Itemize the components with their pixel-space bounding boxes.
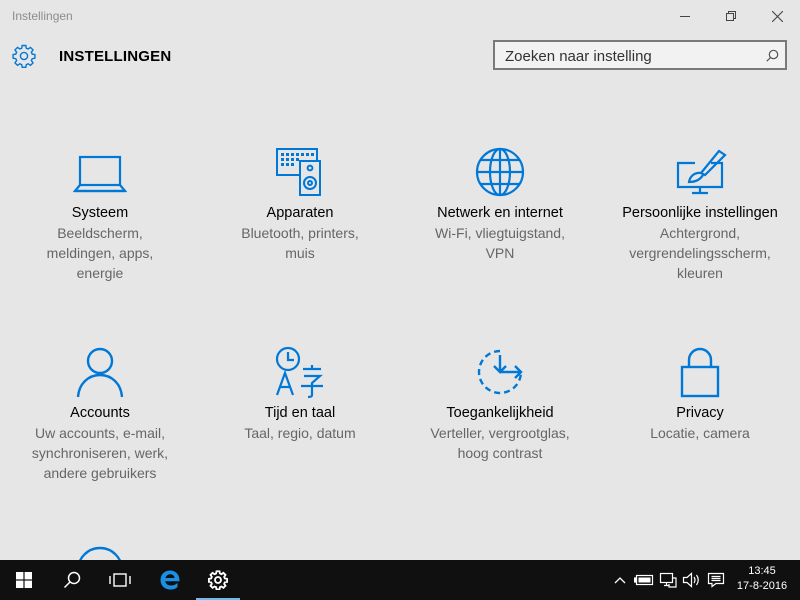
category-name: Netwerk en internet [437,205,563,221]
category-name: Privacy [676,405,724,421]
category-name: Apparaten [266,205,334,221]
volume-button[interactable] [680,560,704,600]
search-input[interactable] [505,47,755,65]
settings-gear-icon [12,44,36,68]
minimize-button[interactable] [662,0,708,32]
window-title: Instellingen [12,9,73,23]
settings-gear-icon [208,570,228,590]
time-language-icon [275,346,323,399]
taskbar: 13:45 17-8-2016 [0,560,800,600]
edge-icon [160,570,180,590]
ease-of-access-icon [477,349,523,395]
task-view-button[interactable] [96,560,144,600]
category-system[interactable]: Systeem Beeldscherm, meldingen, apps, en… [5,145,195,283]
category-time-language[interactable]: Tijd en taal Taal, regio, datum [205,345,395,443]
clock-time: 13:45 [748,565,776,577]
clock[interactable]: 13:45 17-8-2016 [732,564,792,594]
category-name: Systeem [71,205,129,221]
category-name: Accounts [70,405,130,421]
category-personalization[interactable]: Persoonlijke instellingen Achtergrond, v… [605,145,795,283]
category-network[interactable]: Netwerk en internet Wi-Fi, vliegtuigstan… [405,145,595,263]
category-description: Beeldscherm, meldingen, apps, energie [46,225,154,281]
title-bar: Instellingen [0,0,800,32]
category-name: Tijd en taal [264,405,336,421]
minimize-icon [680,16,690,17]
volume-icon [682,572,699,588]
close-button[interactable] [754,0,800,32]
category-description: Uw accounts, e-mail, synchroniseren, wer… [31,425,169,481]
clock-date: 17-8-2016 [736,580,788,592]
taskbar-search-button[interactable] [48,560,96,600]
category-description: Locatie, camera [650,425,750,441]
chevron-up-icon [614,577,626,584]
lock-icon [680,347,720,398]
category-description: Wi-Fi, vliegtuigstand, VPN [435,225,565,261]
network-icon [659,572,677,588]
person-icon [76,347,124,398]
action-center-icon [707,572,725,588]
category-accounts[interactable]: Accounts Uw accounts, e-mail, synchronis… [5,345,195,483]
category-name: Persoonlijke instellingen [622,205,778,221]
devices-icon [276,148,321,196]
globe-icon [475,147,525,197]
battery-icon [634,574,654,586]
settings-header: INSTELLINGEN [0,32,800,82]
settings-taskbar-button[interactable] [196,560,240,600]
task-view-icon [109,573,131,587]
category-description: Achtergrond, vergrendelingsscherm, kleur… [629,225,771,281]
restore-icon [726,11,736,21]
action-center-button[interactable] [704,560,728,600]
category-description: Verteller, vergrootglas, hoog contrast [430,425,570,461]
laptop-icon [73,155,127,193]
category-privacy[interactable]: Privacy Locatie, camera [605,345,795,443]
edge-button[interactable] [146,560,194,600]
page-title: INSTELLINGEN [59,48,172,65]
category-devices[interactable]: Apparaten Bluetooth, printers, muis [205,145,395,263]
windows-start-icon [16,572,32,588]
start-button[interactable] [0,560,48,600]
category-ease-of-access[interactable]: Toegankelijkheid Verteller, vergrootglas… [405,345,595,463]
restore-button[interactable] [708,0,754,32]
close-icon [771,10,783,22]
search-box[interactable] [493,40,787,70]
category-name: Toegankelijkheid [446,405,554,421]
category-description: Taal, regio, datum [244,425,356,441]
battery-button[interactable] [632,560,656,600]
search-icon[interactable] [766,49,779,62]
personalization-icon [676,149,727,195]
network-button[interactable] [656,560,680,600]
search-icon [63,571,81,589]
show-hidden-icons-button[interactable] [610,560,630,600]
update-security-icon-partial[interactable] [72,546,128,560]
category-description: Bluetooth, printers, muis [241,225,359,261]
